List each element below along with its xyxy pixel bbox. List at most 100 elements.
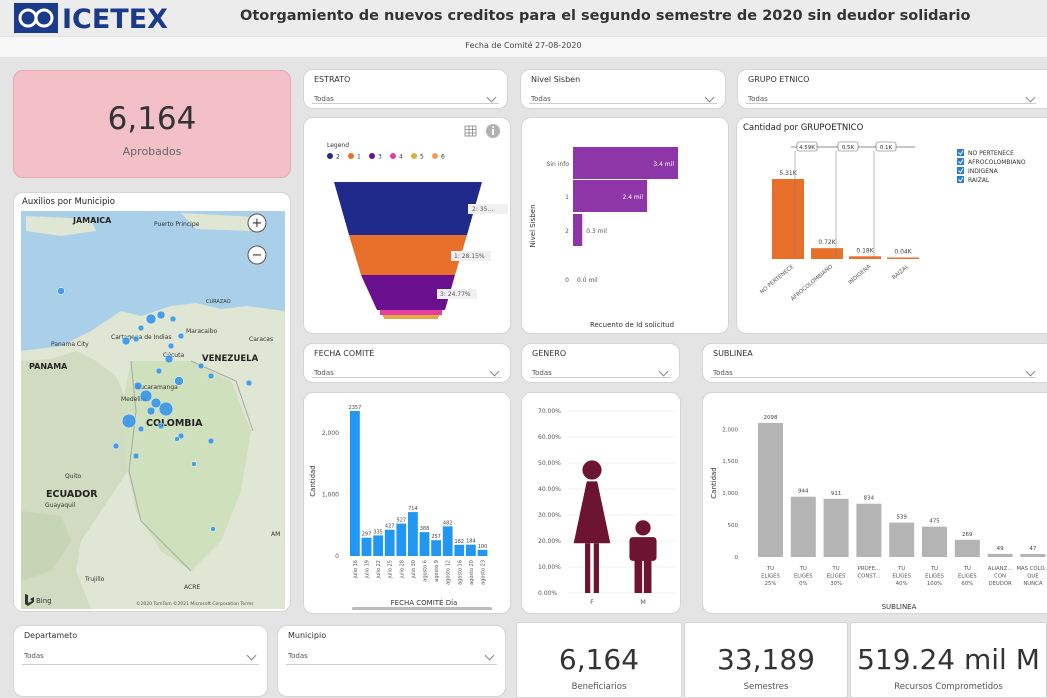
municipio-slicer[interactable]: Municipio Todas: [277, 625, 506, 697]
fecha-slicer-title: FECHA COMITÉ: [314, 349, 375, 358]
zoom-out-label: −: [252, 248, 263, 263]
y-tick-label: 10.00%: [538, 564, 561, 571]
estrato-slicer[interactable]: ESTRATO Todas: [303, 69, 508, 109]
x-tick-label: M: [640, 598, 646, 606]
map-label-acre: ACRE: [184, 584, 200, 591]
map-label-colombia: COLOMBIA: [146, 418, 203, 429]
grupo-etnico-visual[interactable]: Cantidad por GRUPOETNICO 5.31K NO PERTENEC…: [736, 117, 1047, 334]
grupo-slicer[interactable]: GRUPO ETNICO Todas: [737, 69, 1047, 109]
bar[interactable]: [384, 529, 395, 556]
map-copyright: ©2020 TomTom ©2021 Microsoft Corporation…: [136, 600, 254, 607]
x-axis-label: Recuento de Id solicitud: [590, 321, 674, 329]
bar[interactable]: [408, 512, 418, 556]
municipio-slicer-title: Municipio: [288, 631, 327, 640]
map-label-am: AM: [271, 531, 280, 538]
bar[interactable]: [849, 256, 881, 259]
bar[interactable]: [466, 544, 476, 556]
bar[interactable]: [987, 553, 1013, 557]
x-tick-label: julio 25: [388, 560, 394, 579]
chevron-down-icon[interactable]: [1025, 366, 1036, 377]
sisben-slicer[interactable]: Nivel Sisben Todas: [520, 69, 726, 109]
chevron-down-icon[interactable]: [704, 92, 715, 103]
bar[interactable]: [396, 523, 407, 556]
bar[interactable]: [1020, 553, 1046, 557]
bar[interactable]: [350, 411, 360, 556]
departamento-slicer[interactable]: Departameto Todas: [13, 625, 268, 697]
x-tick-label: ELIGES: [925, 574, 944, 580]
bar[interactable]: [419, 532, 430, 556]
zoom-out-button[interactable]: −: [247, 245, 267, 265]
data-label: 182: [455, 539, 465, 545]
x-tick-label: agosto 9: [434, 560, 440, 582]
y-tick-label: 2,000: [722, 427, 738, 433]
bar[interactable]: [573, 214, 583, 246]
female-pictogram-bar[interactable]: [573, 460, 611, 593]
bar[interactable]: [790, 496, 816, 557]
aprobados-label: Aprobados: [122, 145, 182, 158]
sisben-bar-visual[interactable]: Nivel Sisben Recuento de Id solicitud Sin …: [521, 117, 729, 334]
sisben-slicer-value: Todas: [531, 95, 551, 103]
estrato-funnel-visual[interactable]: Legend 2 1 3 4 5 6 2: 35... 1: 28.15% 3: 24.7…: [303, 117, 511, 334]
bar[interactable]: [811, 248, 843, 259]
x-tick-label: TU: [897, 566, 905, 572]
map-visual[interactable]: Auxilios por Municipio JAMAICA Puerto Pr…: [13, 192, 291, 612]
slicer-underline: [746, 103, 1036, 104]
legend-label: 3: [378, 154, 382, 161]
bar[interactable]: [758, 423, 783, 557]
bar[interactable]: [477, 549, 488, 556]
slicer-underline: [530, 377, 671, 378]
legend-label: 1: [357, 154, 361, 161]
fecha-comite-visual[interactable]: 0 1,000 2,000 Cantidad 2357 julio 16 297 julio …: [303, 392, 511, 614]
bar[interactable]: [922, 526, 947, 557]
genero-slicer[interactable]: GENERO Todas: [521, 343, 680, 383]
horizontal-scrollbar[interactable]: [352, 607, 492, 610]
male-pictogram-bar[interactable]: [629, 520, 657, 593]
x-tick-label: agosto 6: [423, 560, 429, 582]
y-tick-label: Sin info: [547, 161, 570, 168]
bar[interactable]: [856, 503, 882, 557]
chevron-down-icon[interactable]: [246, 650, 257, 661]
bar[interactable]: [823, 498, 849, 557]
bar[interactable]: [431, 540, 441, 556]
fecha-slicer[interactable]: FECHA COMITÉ Todas: [303, 343, 511, 383]
funnel-segment-6[interactable]: [384, 317, 438, 319]
bar[interactable]: [889, 522, 915, 557]
info-icon[interactable]: [486, 124, 500, 138]
funnel-segment-5[interactable]: [383, 315, 439, 317]
bar[interactable]: [442, 526, 453, 556]
legend-swatch: [390, 153, 396, 159]
bar[interactable]: [361, 537, 372, 556]
x-tick-label: julio 28: [399, 560, 405, 579]
chevron-down-icon[interactable]: [489, 366, 500, 377]
data-label: 297: [362, 532, 372, 538]
chevron-down-icon[interactable]: [658, 366, 669, 377]
map-canvas[interactable]: JAMAICA Puerto Principe Panama City PANA…: [21, 211, 285, 609]
chevron-down-icon[interactable]: [484, 650, 495, 661]
x-tick-label: F: [590, 598, 594, 606]
x-tick-label: TU: [963, 566, 971, 572]
bar[interactable]: [373, 535, 383, 556]
genero-visual[interactable]: 0.00% 10.00% 20.00% 30.00% 40.00% 50.00% 60.00…: [521, 392, 681, 614]
table-icon[interactable]: [464, 125, 477, 137]
recursos-label: Recursos Comprometidos: [894, 682, 1003, 692]
bar[interactable]: [887, 257, 919, 260]
y-tick-label: 40.00%: [538, 486, 561, 493]
chevron-down-icon[interactable]: [1025, 92, 1036, 103]
x-tick-label: 100%: [927, 581, 942, 587]
sublinea-slicer[interactable]: SUBLINEA Todas: [702, 343, 1047, 383]
bar[interactable]: [454, 544, 465, 556]
x-tick-label: ELIGES: [827, 574, 846, 580]
funnel-segment-1[interactable]: [349, 235, 467, 275]
map-label-bucaramanga: Bucaramanga: [136, 384, 178, 391]
bar[interactable]: [772, 179, 804, 259]
zoom-in-button[interactable]: +: [247, 213, 267, 233]
x-tick-label: MAS COLO...: [1016, 566, 1047, 572]
y-tick-label: 2: [565, 228, 569, 235]
bar[interactable]: [954, 539, 980, 557]
funnel-segment-2[interactable]: [334, 182, 482, 235]
funnel-segment-4[interactable]: [380, 310, 442, 315]
data-label: 714: [408, 506, 418, 512]
grupo-slicer-title: GRUPO ETNICO: [748, 75, 810, 84]
chevron-down-icon[interactable]: [486, 92, 497, 103]
sublinea-visual[interactable]: 0 500 1,000 1,500 2,000 Cantidad 2098 TU ELIGES 2…: [702, 392, 1047, 614]
